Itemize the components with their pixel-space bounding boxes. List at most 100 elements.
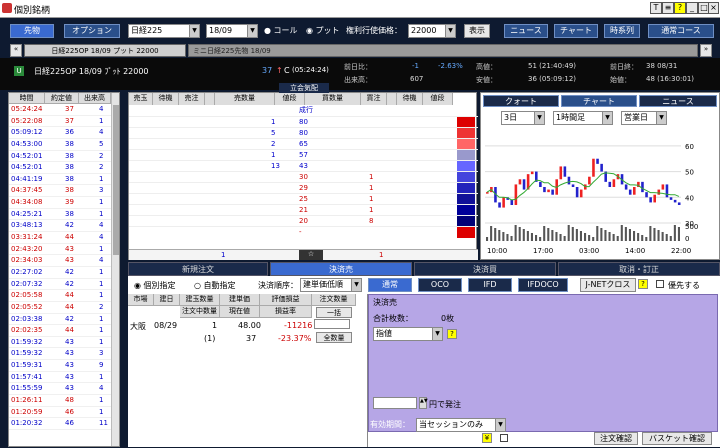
chart-button[interactable]: チャート: [554, 24, 598, 38]
volume-bar: [571, 227, 574, 241]
board-row[interactable]: 20 8: [129, 215, 478, 227]
expiry-select[interactable]: 当セッションのみ ▼: [416, 418, 506, 432]
help-icon[interactable]: ?: [447, 329, 457, 339]
board-row[interactable]: 29 1: [129, 182, 478, 194]
priority-checkbox[interactable]: [656, 280, 664, 288]
volume-bar: [559, 234, 562, 241]
board-header-6: 買数量: [305, 93, 361, 105]
order-bottom: 有効期間： 当セッションのみ ▼ ¥ 注文確認画面を省略 注文確認 バスケット確認: [368, 418, 720, 448]
candle: [588, 176, 591, 185]
volume-bar: [653, 228, 656, 241]
order-seq-select[interactable]: 建単価低順 ▼: [300, 278, 362, 292]
tick-scrollbar[interactable]: [111, 93, 119, 446]
volume-bar: [535, 235, 538, 241]
course-button[interactable]: 通常コース: [648, 24, 714, 38]
auto-radio[interactable]: ○ 自動指定: [194, 280, 236, 291]
tab-new-order[interactable]: 新規注文: [128, 262, 268, 276]
tab-option[interactable]: 日経225OP 18/09 プット 22000: [24, 44, 186, 57]
board-row[interactable]: 13 43: [129, 160, 478, 172]
tick-row: 01:59:31 43 9: [9, 360, 111, 372]
help-icon[interactable]: ?: [674, 2, 686, 14]
col-pending: 注文中数量: [180, 306, 220, 318]
board-row[interactable]: 1 80: [129, 116, 478, 128]
prev-tab-icon[interactable]: «: [10, 44, 22, 57]
row-date: 08/29: [154, 321, 178, 330]
tab-news[interactable]: ニュース: [639, 95, 717, 107]
tab-cancel-modify[interactable]: 取消・訂正: [558, 262, 720, 276]
tab-close-sell[interactable]: 決済売: [270, 262, 412, 276]
tab-mini-futures[interactable]: ミニ日経225先物 18/09: [188, 44, 698, 57]
y-tick: 40: [685, 194, 694, 202]
bulk-button[interactable]: 一括: [316, 307, 352, 318]
options-button[interactable]: オプション: [64, 24, 120, 38]
next-tab-icon[interactable]: »: [700, 44, 712, 57]
tab-close-buy[interactable]: 決済買: [414, 262, 556, 276]
tick-price: 38: [65, 151, 74, 160]
order-qty-input[interactable]: [314, 319, 350, 329]
timeseries-button[interactable]: 時系列: [604, 24, 640, 38]
board-row[interactable]: 1 57: [129, 149, 478, 161]
board-row[interactable]: 21 1: [129, 204, 478, 216]
ifdoco-button[interactable]: IFDOCO: [518, 278, 568, 292]
confirm-button[interactable]: 注文確認: [594, 432, 638, 445]
volume: 607: [410, 75, 424, 83]
order-board: 売玉 待機 売注 売数量 値段 買数量 買注 待機 値段 立会気配 成行 1 80 5 80 2 65 1 57…: [128, 83, 478, 260]
board-row[interactable]: 30 1: [129, 171, 478, 183]
strike-select[interactable]: 22000 ▼: [408, 24, 456, 38]
board-row[interactable]: 25 1: [129, 193, 478, 205]
tick-price: 43: [65, 349, 74, 358]
normal-button[interactable]: 通常: [368, 278, 412, 292]
candlestick-chart[interactable]: 60504030500010:00 17:00 03:00 14:00 22:00: [485, 129, 717, 257]
call-radio[interactable]: ● コール: [264, 25, 298, 36]
board-row[interactable]: -: [129, 226, 478, 238]
pin-icon[interactable]: T: [650, 2, 662, 14]
futures-button[interactable]: 先物: [10, 24, 54, 38]
board-row[interactable]: 5 80: [129, 127, 478, 139]
candle: [498, 202, 501, 208]
month-select[interactable]: 18/09 ▼: [206, 24, 258, 38]
indiv-radio[interactable]: ◉ 個別指定: [134, 280, 176, 291]
price-type-select[interactable]: 指値 ▼: [373, 327, 443, 341]
instrument-name: 日経225OP 18/09 ﾌﾟｯﾄ 22000: [34, 67, 149, 76]
all-qty-button[interactable]: 全数量: [316, 332, 352, 343]
skip-confirm-checkbox[interactable]: [500, 434, 508, 442]
tick-time: 03:48:13: [11, 221, 43, 230]
tick-list[interactable]: 時間 約定値 出来高 05:24:24 37 4 05:22:08 37 1 05:09:1…: [8, 92, 120, 447]
underlying-select[interactable]: 日経225 ▼: [128, 24, 200, 38]
price-input[interactable]: [373, 397, 417, 409]
close-button[interactable]: ×: [708, 2, 719, 14]
volume-bar: [486, 237, 489, 241]
candle: [530, 171, 534, 175]
show-button[interactable]: 表示: [464, 24, 490, 38]
interval-select[interactable]: 1時間足 ▼: [553, 111, 613, 125]
chevron-down-icon: ▼: [534, 112, 544, 124]
price-stepper[interactable]: ▲▼: [419, 397, 428, 409]
jnet-button[interactable]: J-NETクロス: [580, 278, 636, 292]
menu-icon[interactable]: ≡: [662, 2, 674, 14]
news-button[interactable]: ニュース: [504, 24, 548, 38]
oco-button[interactable]: OCO: [418, 278, 462, 292]
period-select[interactable]: 3日 ▼: [501, 111, 545, 125]
strike-label: 権利行使価格：: [346, 26, 402, 35]
volume-bar: [645, 237, 648, 241]
board-row[interactable]: 2 65: [129, 138, 478, 150]
basket-button[interactable]: バスケット確認: [642, 432, 712, 445]
volume-bar: [494, 228, 497, 241]
candle: [567, 176, 571, 185]
col-price: 建単価: [220, 294, 260, 306]
panel-title: 決済売: [373, 298, 397, 307]
candle: [510, 199, 514, 205]
tick-time: 05:22:08: [11, 116, 43, 125]
low: 36 (05:09:12): [528, 75, 577, 83]
help-icon[interactable]: ?: [638, 279, 648, 289]
session-select[interactable]: 営業日 ▼: [621, 111, 667, 125]
tab-chart[interactable]: チャート: [561, 95, 637, 107]
candle: [628, 189, 632, 195]
ifd-button[interactable]: IFD: [468, 278, 512, 292]
position-table: 市場 建日 建玉数量 建単価 評価損益 注文数量 注文中数量 現在値 損益率 一…: [128, 294, 368, 447]
put-radio[interactable]: ◉ プット: [306, 25, 340, 36]
tick-time: 02:05:58: [11, 291, 43, 300]
tab-quote[interactable]: クォート: [483, 95, 559, 107]
minimize-button[interactable]: _: [686, 2, 698, 14]
candle: [571, 184, 575, 187]
